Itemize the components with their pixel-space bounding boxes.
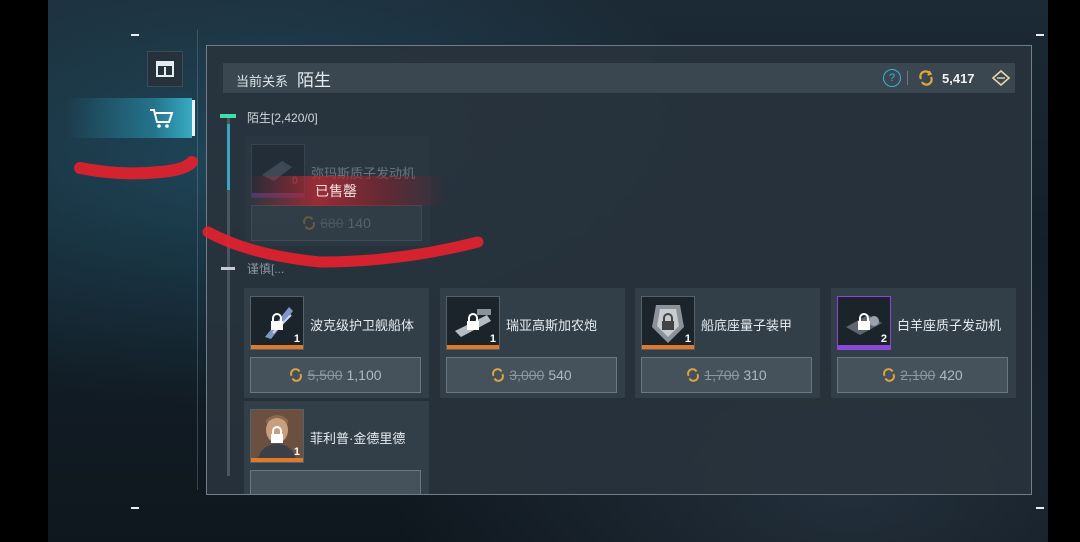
item-count: 1	[293, 446, 300, 458]
shop-item[interactable]: 1 波克级护卫舰船体 5,500 1,100	[244, 288, 429, 398]
corner-mark-tl	[131, 34, 139, 36]
price-button[interactable]: 680 140	[251, 205, 422, 241]
corner-mark-bl	[131, 507, 139, 509]
discount-price: 540	[548, 367, 572, 383]
original-price: 1,700	[704, 367, 740, 383]
diamond-icon	[992, 70, 1010, 86]
item-thumbnail: 1	[641, 296, 695, 350]
lock-icon	[271, 426, 283, 443]
panel-icon	[156, 61, 174, 77]
shop-item[interactable]: 2 白羊座质子发动机 2,100 420	[831, 288, 1016, 398]
sold-out-text: 已售罄	[315, 183, 357, 199]
lock-icon	[858, 313, 870, 330]
rarity-bar	[838, 345, 890, 349]
lock-icon	[467, 313, 479, 330]
currency-amount: 5,417	[942, 71, 975, 86]
section-label-stranger: 陌生[2,420/0]	[247, 111, 318, 125]
section-marker-current	[220, 114, 236, 118]
original-price: 2,100	[900, 367, 936, 383]
header-separator	[907, 71, 908, 85]
price-button[interactable]: 5,500 1,100	[250, 357, 421, 393]
item-name: 波克级护卫舰船体	[310, 318, 415, 333]
coin-icon	[687, 368, 700, 382]
item-thumbnail: 1	[250, 296, 304, 350]
active-tab-indicator	[192, 100, 195, 136]
discount-price: 140	[347, 215, 371, 231]
progress-fill	[227, 124, 230, 190]
original-price: 3,000	[509, 367, 545, 383]
sidebar-divider	[197, 30, 198, 490]
price-button[interactable]: 1,700 310	[641, 357, 812, 393]
corner-mark-br	[1036, 507, 1044, 509]
coin-icon	[303, 216, 315, 230]
original-price: 680	[320, 215, 344, 231]
item-name: 瑞亚高斯加农炮	[506, 318, 598, 333]
nav-info-button[interactable]	[147, 51, 183, 87]
item-name: 船底座量子装甲	[701, 318, 793, 333]
exchange-button[interactable]	[987, 63, 1015, 93]
item-count: 1	[293, 333, 300, 345]
item-thumbnail: 1	[250, 409, 304, 463]
rarity-bar	[251, 345, 303, 349]
sold-out-banner: 已售罄	[247, 176, 447, 206]
shop-item[interactable]: 1 船底座量子装甲 1,700 310	[635, 288, 820, 398]
section-marker-next	[221, 267, 235, 270]
section-label-cautious: 谨慎[...	[247, 262, 285, 276]
nav-shop-tab[interactable]	[66, 98, 192, 138]
relation-label: 当前关系	[236, 74, 289, 89]
cart-icon	[150, 109, 174, 128]
price-button[interactable]: 3,000 540	[446, 357, 617, 393]
original-price: 5,500	[307, 367, 343, 383]
rarity-bar	[447, 345, 499, 349]
relation-value: 陌生	[297, 71, 331, 90]
shop-item[interactable]: 1 菲利普·金德里德	[244, 401, 429, 494]
item-count: 2	[880, 333, 887, 345]
shop-item[interactable]: 1 瑞亚高斯加农炮 3,000 540	[440, 288, 625, 398]
item-name: 菲利普·金德里德	[310, 431, 406, 446]
item-count: 1	[684, 333, 691, 345]
coin-icon	[883, 368, 896, 382]
coin-icon	[919, 70, 933, 86]
help-icon[interactable]: ?	[883, 69, 901, 87]
corner-mark-tr	[1036, 34, 1044, 36]
coin-icon	[492, 368, 505, 382]
price-button[interactable]	[250, 470, 421, 494]
shop-panel: 当前关系 陌生 ? 5,417 陌生[2,420/0] 谨慎[... 0	[206, 45, 1032, 495]
lock-icon	[271, 313, 283, 330]
coin-icon	[290, 368, 303, 382]
discount-price: 1,100	[346, 367, 382, 383]
item-name: 白羊座质子发动机	[897, 318, 1002, 333]
lock-icon	[662, 313, 674, 330]
discount-price: 310	[743, 367, 767, 383]
item-thumbnail: 1	[446, 296, 500, 350]
item-thumbnail: 2	[837, 296, 891, 350]
item-count: 1	[489, 333, 496, 345]
relation-header: 当前关系 陌生 ? 5,417	[223, 63, 1015, 93]
discount-price: 420	[939, 367, 963, 383]
rarity-bar	[251, 458, 303, 462]
price-button[interactable]: 2,100 420	[837, 357, 1008, 393]
rarity-bar	[642, 345, 694, 349]
